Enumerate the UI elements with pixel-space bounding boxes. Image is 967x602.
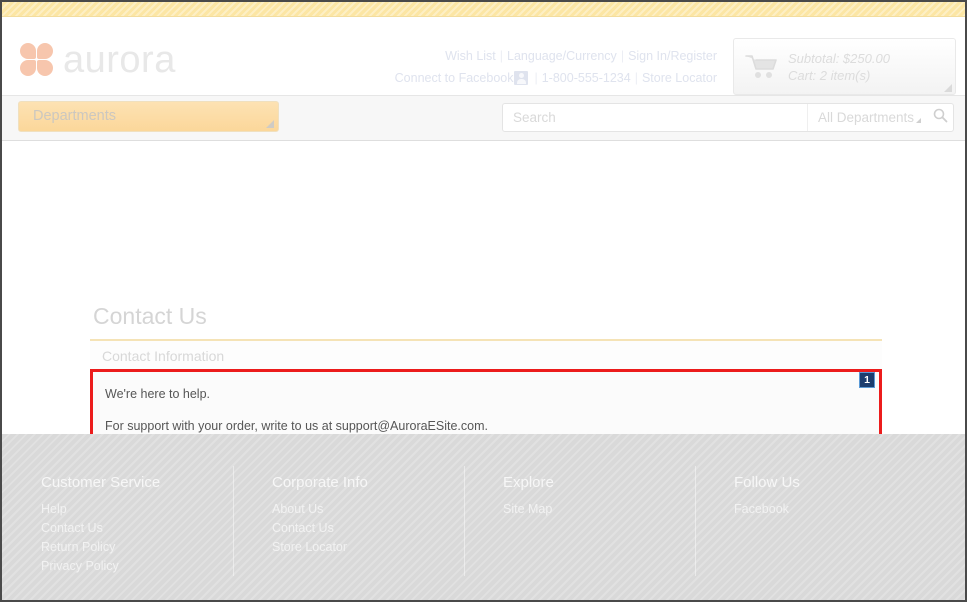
footer-column-corporate-info: Corporate Info About Us Contact Us Store… — [233, 474, 464, 600]
annotation-badge: 1 — [859, 372, 875, 388]
footer-link-facebook[interactable]: Facebook — [734, 500, 926, 519]
footer-link-store-locator[interactable]: Store Locator — [272, 538, 464, 557]
resize-grip-icon — [944, 84, 952, 92]
footer-heading: Explore — [503, 474, 695, 491]
footer-link-return-policy[interactable]: Return Policy — [41, 538, 233, 557]
sign-in-register-link[interactable]: Sign In/Register — [628, 49, 717, 63]
language-currency-link[interactable]: Language/Currency — [507, 49, 617, 63]
site-footer: Customer Service Help Contact Us Return … — [2, 434, 965, 600]
footer-link-site-map[interactable]: Site Map — [503, 500, 695, 519]
site-logo[interactable]: aurora — [20, 43, 176, 77]
footer-heading: Customer Service — [41, 474, 233, 491]
logo-wordmark: aurora — [63, 43, 176, 77]
page-title: Contact Us — [93, 303, 207, 330]
footer-column-explore: Explore Site Map — [464, 474, 695, 600]
footer-link-contact-us[interactable]: Contact Us — [41, 519, 233, 538]
header-utility-links: Wish List | Language/Currency | Sign In/Regi… — [395, 49, 717, 85]
wish-list-link[interactable]: Wish List — [445, 49, 496, 63]
footer-link-contact-us[interactable]: Contact Us — [272, 519, 464, 538]
search-bar[interactable]: All Departments — [502, 103, 954, 132]
link-separator: | — [534, 71, 537, 85]
footer-link-help[interactable]: Help — [41, 500, 233, 519]
footer-column-customer-service: Customer Service Help Contact Us Return … — [2, 474, 233, 600]
mini-cart[interactable]: Subtotal: $250.00 Cart: 2 item(s) — [733, 38, 956, 95]
footer-link-privacy-policy[interactable]: Privacy Policy — [41, 557, 233, 576]
header-links-row-1: Wish List | Language/Currency | Sign In/Regi… — [395, 49, 717, 63]
link-separator: | — [635, 71, 638, 85]
search-scope-label: All Departments — [818, 110, 914, 125]
link-separator: | — [621, 49, 624, 63]
footer-heading: Follow Us — [734, 474, 926, 491]
search-icon[interactable] — [927, 108, 953, 128]
panel-title: Contact Information — [90, 339, 882, 369]
link-separator: | — [500, 49, 503, 63]
store-locator-link[interactable]: Store Locator — [642, 71, 717, 85]
main-content: Contact Us Contact Information 1 We're h… — [2, 141, 965, 428]
facebook-avatar-icon — [514, 71, 528, 85]
header-links-row-2: Connect to Facebook | 1-800-555-1234 | Store… — [395, 71, 717, 85]
contact-paragraph-2: For support with your order, write to us… — [105, 418, 863, 434]
cart-item-count: Cart: 2 item(s) — [788, 67, 890, 84]
chevron-down-icon — [916, 118, 921, 123]
shopping-cart-icon — [744, 53, 782, 81]
footer-heading: Corporate Info — [272, 474, 464, 491]
top-accent-bar — [2, 2, 965, 17]
cart-summary: Subtotal: $250.00 Cart: 2 item(s) — [788, 50, 890, 84]
cart-subtotal: Subtotal: $250.00 — [788, 50, 890, 67]
aurora-flower-icon — [20, 43, 54, 77]
departments-dropdown[interactable]: Departments — [18, 101, 279, 132]
search-input[interactable] — [503, 109, 807, 126]
connect-to-facebook-link[interactable]: Connect to Facebook — [395, 71, 514, 85]
footer-link-about-us[interactable]: About Us — [272, 500, 464, 519]
browser-window: aurora Wish List | Language/Currency | Sign … — [0, 0, 967, 602]
site-header: aurora Wish List | Language/Currency | Sign … — [2, 17, 965, 96]
contact-paragraph-1: We're here to help. — [105, 386, 863, 402]
chevron-down-icon — [266, 120, 274, 128]
search-scope-dropdown[interactable]: All Departments — [807, 104, 927, 131]
departments-label: Departments — [33, 108, 116, 124]
footer-column-follow-us: Follow Us Facebook — [695, 474, 926, 600]
phone-number-link[interactable]: 1-800-555-1234 — [542, 71, 631, 85]
